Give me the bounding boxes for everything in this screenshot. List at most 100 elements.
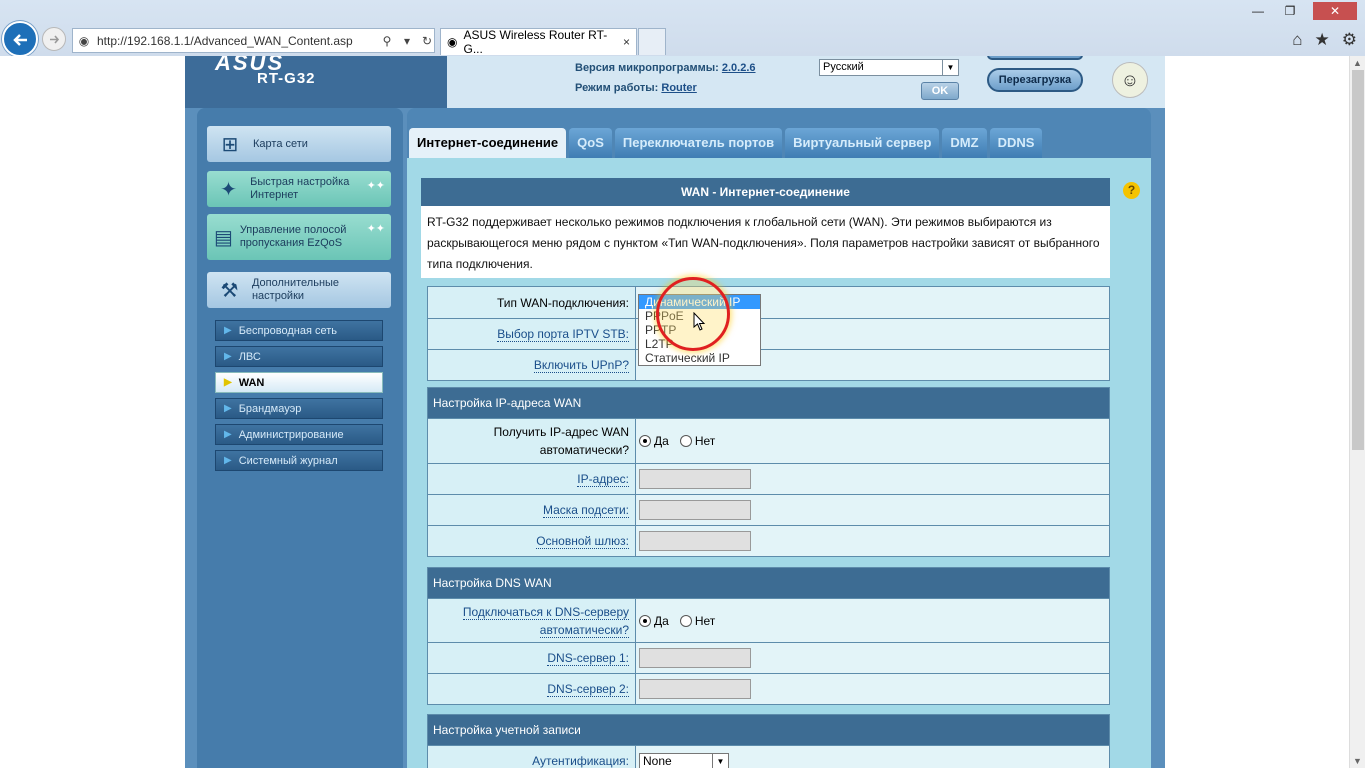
dropdown-icon[interactable]: ▾ bbox=[400, 34, 414, 48]
sidebar-item-firewall[interactable]: ▶ Брандмауэр bbox=[215, 398, 383, 419]
tab-ddns[interactable]: DDNS bbox=[989, 128, 1043, 158]
firmware-label: Версия микропрограммы: bbox=[575, 62, 719, 74]
iptv-row: Выбор порта IPTV STB: bbox=[428, 318, 1109, 349]
firmware-version-link[interactable]: 2.0.2.6 bbox=[722, 62, 756, 74]
language-value: Русский bbox=[823, 61, 864, 73]
gateway-value bbox=[635, 526, 1109, 556]
ip-address-label: IP-адрес: bbox=[428, 470, 635, 488]
triangle-right-icon: ▶ bbox=[224, 325, 232, 336]
iptv-label-text: Выбор порта IPTV STB: bbox=[497, 327, 629, 342]
dns1-label-text: DNS-сервер 1: bbox=[547, 651, 629, 666]
ip-auto-yes-radio[interactable] bbox=[639, 435, 651, 447]
dns1-input[interactable] bbox=[639, 648, 751, 668]
triangle-right-icon: ▶ bbox=[224, 455, 232, 466]
window-controls: — ❐ ✕ bbox=[1249, 2, 1357, 20]
no-label: Нет bbox=[694, 613, 716, 628]
mode-link[interactable]: Router bbox=[661, 82, 696, 94]
dns-auto-no-radio[interactable] bbox=[679, 614, 692, 627]
dns2-input[interactable] bbox=[639, 679, 751, 699]
wan-option-static-ip[interactable]: Статический IP bbox=[639, 351, 760, 365]
upnp-label-text: Включить UPnP? bbox=[533, 358, 629, 373]
sidebar-item-wan[interactable]: ▶ WAN bbox=[215, 372, 383, 393]
browser-tab[interactable]: ◉ ASUS Wireless Router RT-G... × bbox=[440, 28, 637, 56]
gateway-label-text: Основной шлюз: bbox=[536, 534, 629, 549]
scroll-up-icon[interactable]: ▲ bbox=[1353, 58, 1362, 68]
sidebar-item-administration[interactable]: ▶ Администрирование bbox=[215, 424, 383, 445]
triangle-right-icon: ▶ bbox=[224, 403, 232, 414]
ip-auto-no-radio[interactable] bbox=[679, 435, 692, 447]
dns1-label: DNS-сервер 1: bbox=[428, 649, 635, 667]
sidebar-item-wireless[interactable]: ▶ Беспроводная сеть bbox=[215, 320, 383, 341]
forward-button[interactable] bbox=[42, 27, 66, 51]
firmware-info: Версия микропрограммы: 2.0.2.6 bbox=[575, 62, 756, 74]
network-map-icon: ⊞ bbox=[221, 133, 239, 156]
ip-address-label-text: IP-адрес: bbox=[577, 472, 629, 487]
auth-value: None ▼ bbox=[635, 746, 1109, 768]
address-url[interactable]: http://192.168.1.1/Advanced_WAN_Content.… bbox=[97, 34, 374, 48]
sidebar-item-ezqos[interactable]: ▤ Управление полосой пропускания EzQoS ✦… bbox=[207, 214, 391, 260]
sidebar-item-label: ЛВС bbox=[238, 350, 261, 363]
scrollbar-thumb[interactable] bbox=[1352, 70, 1364, 450]
favorites-star-icon[interactable]: ★ bbox=[1315, 30, 1330, 50]
refresh-icon[interactable]: ↻ bbox=[420, 34, 434, 48]
dns-auto-label: Подключаться к DNS-серверу автоматически… bbox=[428, 603, 635, 639]
tools-icon: ⚒ bbox=[220, 279, 239, 302]
tab-close-icon[interactable]: × bbox=[623, 35, 630, 49]
chevron-down-icon: ▼ bbox=[942, 60, 958, 75]
sidebar-item-quick-setup[interactable]: ✦ Быстрая настройка Интернет ✦✦ bbox=[207, 171, 391, 207]
reboot-button[interactable]: Перезагрузка bbox=[987, 68, 1083, 92]
vertical-scrollbar[interactable]: ▲ ▼ bbox=[1349, 56, 1365, 768]
tab-virtual-server[interactable]: Виртуальный сервер bbox=[785, 128, 940, 158]
site-icon: ◉ bbox=[78, 33, 90, 48]
language-select[interactable]: Русский ▼ bbox=[819, 59, 959, 76]
chevron-down-icon: ▼ bbox=[712, 753, 728, 768]
logout-button-partial[interactable] bbox=[987, 56, 1083, 60]
ip-address-value bbox=[635, 464, 1109, 494]
ip-settings-group: Настройка IP-адреса WAN Получить IP-адре… bbox=[427, 387, 1110, 557]
sidebar: ⊞ Карта сети ✦ Быстрая настройка Интерне… bbox=[197, 108, 403, 768]
sidebar-item-system-log[interactable]: ▶ Системный журнал bbox=[215, 450, 383, 471]
sidebar-item-network-map[interactable]: ⊞ Карта сети bbox=[207, 126, 391, 162]
sidebar-item-advanced[interactable]: ⚒ Дополнительные настройки bbox=[207, 272, 391, 308]
browser-toolbar: ◉ http://192.168.1.1/Advanced_WAN_Conten… bbox=[0, 0, 1365, 57]
dns-auto-label-text: Подключаться к DNS-серверу автоматически… bbox=[462, 604, 629, 638]
scroll-down-icon[interactable]: ▼ bbox=[1353, 756, 1362, 766]
language-ok-button[interactable]: OK bbox=[921, 82, 959, 100]
search-icon[interactable]: ⚲ bbox=[380, 34, 394, 48]
settings-tabs: Интернет-соединение QoS Переключатель по… bbox=[409, 128, 1043, 158]
dns1-row: DNS-сервер 1: bbox=[428, 642, 1109, 673]
account-section-header: Настройка учетной записи bbox=[428, 715, 1109, 745]
restore-icon[interactable]: ❐ bbox=[1281, 4, 1299, 18]
gateway-input[interactable] bbox=[639, 531, 751, 551]
help-icon[interactable]: ? bbox=[1123, 182, 1140, 199]
ip-address-input[interactable] bbox=[639, 469, 751, 489]
settings-gear-icon[interactable]: ⚙ bbox=[1342, 30, 1357, 50]
tab-dmz[interactable]: DMZ bbox=[942, 128, 987, 158]
tab-qos[interactable]: QoS bbox=[569, 128, 612, 158]
dns-auto-yes-radio[interactable] bbox=[639, 614, 651, 627]
subnet-mask-row: Маска подсети: bbox=[428, 494, 1109, 525]
header-info-panel: Версия микропрограммы: 2.0.2.6 Режим раб… bbox=[447, 56, 1165, 108]
back-button[interactable] bbox=[2, 21, 38, 57]
subnet-mask-input[interactable] bbox=[639, 500, 751, 520]
no-label: Нет bbox=[694, 434, 716, 448]
upnp-label: Включить UPnP? bbox=[428, 356, 635, 374]
sidebar-item-lan[interactable]: ▶ ЛВС bbox=[215, 346, 383, 367]
minimize-icon[interactable]: — bbox=[1249, 4, 1267, 18]
auth-select[interactable]: None ▼ bbox=[639, 752, 729, 768]
page-title: WAN - Интернет-соединение bbox=[421, 178, 1110, 206]
magic-wand-icon: ✦ bbox=[220, 178, 237, 201]
wan-type-row: Тип WAN-подключения: bbox=[428, 287, 1109, 318]
new-tab-button[interactable] bbox=[638, 28, 666, 55]
close-window-icon[interactable]: ✕ bbox=[1313, 2, 1357, 20]
tab-internet-connection[interactable]: Интернет-соединение bbox=[409, 128, 567, 158]
sidebar-item-label: Брандмауэр bbox=[238, 402, 302, 415]
tab-port-switch[interactable]: Переключатель портов bbox=[614, 128, 783, 158]
auth-label: Аутентификация: bbox=[428, 752, 635, 768]
router-ui: ASUS RT-G32 Версия микропрограммы: 2.0.2… bbox=[185, 56, 1165, 768]
logo-area: ASUS RT-G32 bbox=[185, 56, 447, 108]
address-bar[interactable]: ◉ http://192.168.1.1/Advanced_WAN_Conten… bbox=[72, 28, 435, 53]
home-icon[interactable]: ⌂ bbox=[1292, 30, 1302, 50]
subnet-mask-value bbox=[635, 495, 1109, 525]
mouse-cursor-icon bbox=[693, 312, 706, 331]
